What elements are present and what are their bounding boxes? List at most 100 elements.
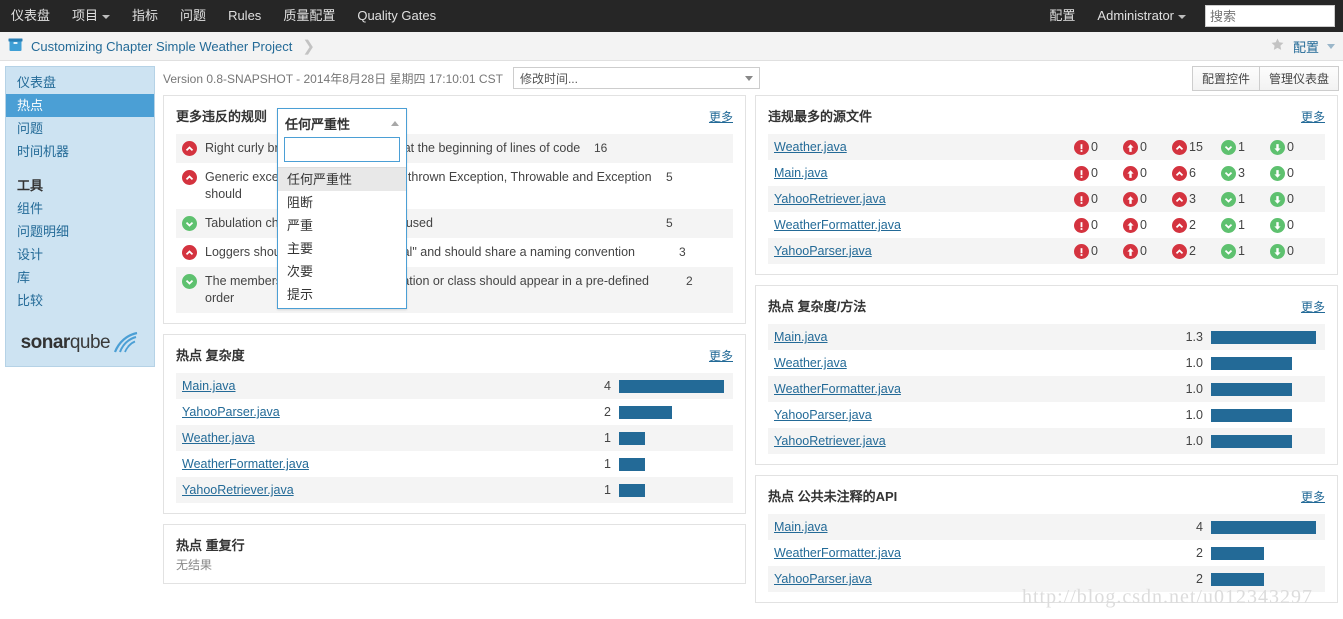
- severity-blocker-icon: [1074, 244, 1089, 259]
- chevron-down-icon[interactable]: [1327, 43, 1335, 49]
- nav-item-label: 质量配置: [283, 8, 336, 23]
- widget-more-link[interactable]: 更多: [1301, 108, 1325, 125]
- nav-item-label: 指标: [132, 8, 159, 23]
- sidebar-tool-0[interactable]: 组件: [6, 197, 154, 220]
- severity-count: 0: [1140, 218, 1147, 232]
- nav-item-0[interactable]: 仪表盘: [0, 0, 61, 32]
- severity-count: 0: [1287, 244, 1294, 258]
- severity-option-2[interactable]: 严重: [278, 214, 406, 237]
- widget-more-link[interactable]: 更多: [709, 108, 733, 125]
- severity-option-0[interactable]: 任何严重性: [278, 168, 406, 191]
- severity-critical-icon: [1123, 166, 1138, 181]
- severity-major-icon: [182, 141, 197, 156]
- breadcrumb-project-link[interactable]: Customizing Chapter Simple Weather Proje…: [31, 39, 292, 54]
- metric-bar-track: [1211, 330, 1319, 344]
- file-link[interactable]: Weather.java: [774, 140, 847, 154]
- severity-major-icon: [1172, 140, 1187, 155]
- sidebar-tool-1[interactable]: 问题明细: [6, 220, 154, 243]
- configure-widgets-button[interactable]: 配置控件: [1191, 65, 1260, 91]
- severity-cell-minor: 1: [1221, 191, 1270, 207]
- file-link[interactable]: YahooParser.java: [774, 408, 872, 422]
- severity-count: 0: [1091, 140, 1098, 154]
- star-icon[interactable]: [1270, 37, 1285, 55]
- severity-filter-dropdown[interactable]: 任何严重性 任何严重性 阻断 严重 主要 次要 提示: [277, 108, 407, 309]
- severity-dropdown-header[interactable]: 任何严重性: [278, 109, 406, 136]
- rule-violation-count[interactable]: 5: [666, 216, 694, 230]
- severity-option-1[interactable]: 阻断: [278, 191, 406, 214]
- widget-header: 热点 公共未注释的API 更多: [768, 486, 1325, 505]
- widget-more-link[interactable]: 更多: [709, 347, 733, 364]
- file-link[interactable]: WeatherFormatter.java: [182, 457, 309, 471]
- file-link[interactable]: Main.java: [182, 379, 236, 393]
- widget-more-link[interactable]: 更多: [1301, 298, 1325, 315]
- sidebar-item-0[interactable]: 仪表盘: [6, 71, 154, 94]
- rule-row: Generic exceptions should never be throw…: [176, 163, 733, 209]
- file-link[interactable]: Main.java: [774, 520, 828, 534]
- file-link[interactable]: YahooRetriever.java: [182, 483, 294, 497]
- nav-user-menu[interactable]: Administrator: [1086, 0, 1197, 32]
- nav-settings[interactable]: 配置: [1038, 0, 1086, 32]
- severity-blocker-icon: [1074, 192, 1089, 207]
- nav-item-6[interactable]: Quality Gates: [346, 0, 447, 32]
- severity-filter-input[interactable]: [284, 137, 400, 162]
- severity-critical-icon: [1123, 140, 1138, 155]
- breadcrumb-config-link[interactable]: 配置: [1293, 37, 1319, 56]
- chevron-down-icon: [1178, 14, 1186, 19]
- file-link[interactable]: YahooRetriever.java: [774, 192, 886, 206]
- metric-bar-track: [1211, 546, 1319, 560]
- severity-option-5[interactable]: 提示: [278, 283, 406, 306]
- severity-option-3[interactable]: 主要: [278, 237, 406, 260]
- file-link[interactable]: WeatherFormatter.java: [774, 546, 901, 560]
- sidebar-item-3[interactable]: 时间机器: [6, 140, 154, 163]
- sidebar: 仪表盘 热点 问题 时间机器 工具 组件 问题明细 设计库比较 sonarqube: [0, 61, 155, 619]
- search-input[interactable]: [1205, 5, 1335, 27]
- sidebar-tool-4[interactable]: 比较: [6, 289, 154, 312]
- rule-name[interactable]: Generic exceptions should never be throw…: [205, 169, 666, 203]
- severity-count: 0: [1091, 244, 1098, 258]
- severity-cell-blocker: 0: [1074, 243, 1123, 259]
- metric-bar-track: [619, 379, 727, 393]
- nav-item-2[interactable]: 指标: [121, 0, 169, 32]
- severity-option-4[interactable]: 次要: [278, 260, 406, 283]
- file-link[interactable]: YahooParser.java: [182, 405, 280, 419]
- file-row: Main.java 4: [768, 514, 1325, 540]
- file-metric-value: 2: [1196, 572, 1203, 586]
- widget-hotspot-complexity: 热点 复杂度 更多 Main.java 4 YahooParser.java 2 Wea…: [163, 334, 746, 514]
- sidebar-item-1[interactable]: 热点: [6, 94, 154, 117]
- rule-violation-count[interactable]: 3: [679, 245, 707, 259]
- file-metric-value: 2: [1196, 546, 1203, 560]
- file-link[interactable]: WeatherFormatter.java: [774, 218, 901, 232]
- nav-item-1[interactable]: 项目: [61, 0, 121, 32]
- file-link[interactable]: Main.java: [774, 166, 828, 180]
- severity-count: 15: [1189, 140, 1203, 154]
- period-select[interactable]: 修改时间...: [512, 67, 760, 89]
- file-list: Weather.java 0 0 15 1 0 Main.java 0 0 6 3 0 YahooRet…: [768, 134, 1325, 264]
- file-row: WeatherFormatter.java 1.0: [768, 376, 1325, 402]
- sidebar-tool-2[interactable]: 设计: [6, 243, 154, 266]
- severity-cell-blocker: 0: [1074, 139, 1123, 155]
- file-link[interactable]: Weather.java: [182, 431, 255, 445]
- nav-item-3[interactable]: 问题: [169, 0, 217, 32]
- file-link[interactable]: WeatherFormatter.java: [774, 382, 901, 396]
- severity-count: 1: [1238, 192, 1245, 206]
- file-link[interactable]: YahooRetriever.java: [774, 434, 886, 448]
- rule-violation-count[interactable]: 2: [686, 274, 714, 288]
- sidebar-item-2[interactable]: 问题: [6, 117, 154, 140]
- file-link[interactable]: YahooParser.java: [774, 244, 872, 258]
- file-link[interactable]: YahooParser.java: [774, 572, 872, 586]
- nav-item-4[interactable]: Rules: [217, 0, 272, 32]
- sidebar-tool-3[interactable]: 库: [6, 266, 154, 289]
- nav-item-5[interactable]: 质量配置: [272, 0, 346, 32]
- severity-cell-info: 0: [1270, 139, 1319, 155]
- rule-name[interactable]: Tabulation characters should not be used: [205, 215, 666, 232]
- file-link[interactable]: Weather.java: [774, 356, 847, 370]
- metric-bar-track: [619, 405, 727, 419]
- rule-violation-count[interactable]: 5: [666, 170, 694, 184]
- manage-dashboard-button[interactable]: 管理仪表盘: [1258, 65, 1339, 91]
- severity-cell-major: 2: [1172, 243, 1221, 259]
- severity-blocker-icon: [1074, 218, 1089, 233]
- rule-violation-count[interactable]: 16: [594, 141, 622, 155]
- widget-more-link[interactable]: 更多: [1301, 488, 1325, 505]
- severity-count: 0: [1287, 166, 1294, 180]
- file-link[interactable]: Main.java: [774, 330, 828, 344]
